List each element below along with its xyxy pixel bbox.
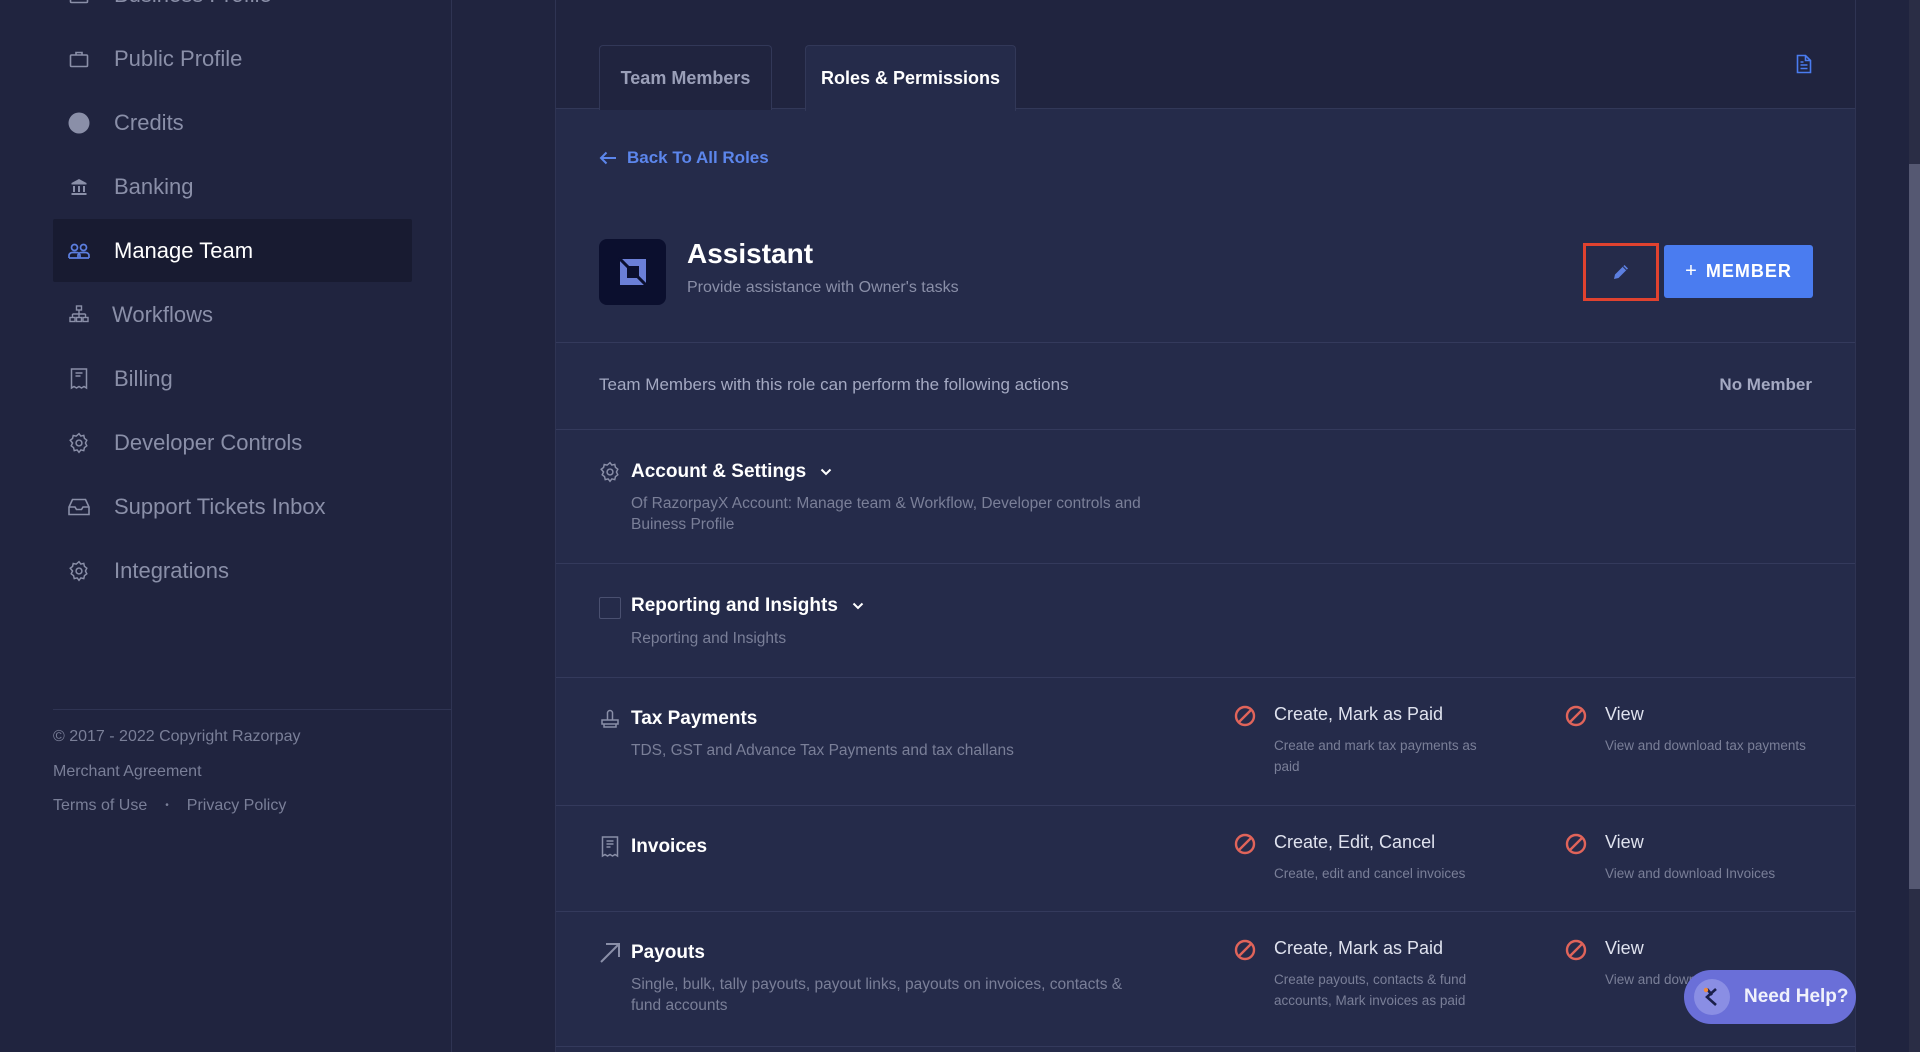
- document-icon[interactable]: [1796, 54, 1812, 74]
- main-panel: Team Members Roles & Permissions Back To…: [555, 0, 1856, 1052]
- member-count[interactable]: No Member: [1719, 375, 1812, 395]
- section-title: Tax Payments: [631, 708, 758, 729]
- tab-bar: Team Members Roles & Permissions: [556, 0, 1855, 111]
- sidebar: Business Profile Public Profile Credits …: [0, 0, 452, 1052]
- permission-label: View: [1605, 704, 1644, 724]
- divider: [556, 805, 1855, 806]
- permission-label: View: [1605, 938, 1644, 958]
- sidebar-item-label: Public Profile: [114, 45, 243, 71]
- circle-icon: [68, 112, 90, 134]
- permission-description: Create payouts, contacts & fund accounts…: [1274, 972, 1467, 1008]
- gear-icon: [68, 560, 90, 582]
- divider: [556, 342, 1855, 343]
- denied-icon: [1564, 938, 1588, 962]
- bank-icon: [68, 176, 90, 198]
- section-title: Invoices: [631, 836, 708, 857]
- merchant-agreement-link[interactable]: Merchant Agreement: [53, 762, 202, 782]
- sidebar-item-billing[interactable]: Billing: [53, 347, 412, 410]
- briefcase-icon: [68, 0, 90, 6]
- need-help-label: Need Help?: [1744, 986, 1849, 1007]
- role-title: Assistant: [687, 238, 814, 269]
- permission-label: Create, Edit, Cancel: [1274, 832, 1436, 852]
- privacy-policy-link[interactable]: Privacy Policy: [187, 796, 287, 816]
- permission-label: Create, Mark as Paid: [1274, 938, 1444, 958]
- sidebar-item-business-profile[interactable]: Business Profile: [53, 0, 412, 26]
- section-title: Reporting and Insights: [631, 595, 838, 616]
- divider: [556, 911, 1855, 912]
- denied-icon: [1233, 704, 1257, 728]
- section-description: Reporting and Insights: [631, 630, 787, 647]
- arrow-up-right-icon: [599, 942, 621, 964]
- add-member-button[interactable]: + MEMBER: [1664, 245, 1813, 298]
- arrow-left-icon: [599, 151, 616, 165]
- permission-label: Create, Mark as Paid: [1274, 704, 1444, 724]
- denied-icon: [1564, 832, 1588, 856]
- sidebar-item-workflows[interactable]: Workflows: [53, 283, 412, 346]
- permission-description: Create, edit and cancel invoices: [1274, 866, 1466, 881]
- denied-icon: [1233, 832, 1257, 856]
- denied-icon: [1233, 938, 1257, 962]
- denied-icon: [1564, 704, 1588, 728]
- add-member-label: MEMBER: [1705, 261, 1792, 281]
- plus-icon: +: [1685, 260, 1698, 282]
- sidebar-item-label: Integrations: [114, 557, 229, 583]
- copyright-text: © 2017 - 2022 Copyright Razorpay: [53, 728, 301, 745]
- permission-description: View and download Invoices: [1605, 866, 1776, 881]
- sidebar-item-label: Billing: [114, 365, 173, 391]
- permissions-intro-text: Team Members with this role can perform …: [599, 375, 1069, 394]
- role-subtitle: Provide assistance with Owner's tasks: [687, 279, 959, 296]
- sidebar-item-label: Manage Team: [114, 237, 254, 263]
- permission-description: View and download tax payments: [1605, 738, 1806, 753]
- inbox-icon: [68, 496, 90, 518]
- gear-icon: [68, 432, 90, 454]
- receipt-icon: [68, 367, 90, 390]
- sidebar-item-label: Business Profile: [114, 0, 272, 8]
- tab-team-members[interactable]: Team Members: [599, 45, 772, 110]
- sidebar-item-label: Developer Controls: [114, 429, 303, 455]
- divider: [556, 1046, 1855, 1047]
- gear-icon: [599, 461, 621, 483]
- chevron-down-icon[interactable]: [820, 468, 832, 476]
- section-description: Single, bulk, tally payouts, payout link…: [631, 976, 1123, 1014]
- sidebar-item-label: Support Tickets Inbox: [114, 493, 326, 519]
- section-checkbox[interactable]: [599, 597, 621, 619]
- footer-separator: •: [165, 800, 169, 811]
- help-logo-icon: [1694, 979, 1730, 1015]
- sidebar-item-manage-team[interactable]: Manage Team: [53, 219, 412, 282]
- divider: [556, 677, 1855, 678]
- receipt-icon: [599, 836, 621, 858]
- sidebar-item-support-tickets-inbox[interactable]: Support Tickets Inbox: [53, 475, 412, 538]
- section-description: Of RazorpayX Account: Manage team & Work…: [631, 495, 1141, 533]
- briefcase-icon: [68, 48, 90, 70]
- sidebar-item-label: Credits: [114, 109, 184, 135]
- sidebar-item-banking[interactable]: Banking: [53, 155, 412, 218]
- edit-role-button[interactable]: [1583, 243, 1659, 301]
- sidebar-item-developer-controls[interactable]: Developer Controls: [53, 411, 412, 474]
- stamp-icon: [599, 708, 621, 730]
- sidebar-item-integrations[interactable]: Integrations: [53, 539, 412, 602]
- chevron-down-icon[interactable]: [852, 602, 864, 610]
- section-title: Account & Settings: [631, 461, 807, 482]
- divider: [556, 429, 1855, 430]
- back-link-label: Back To All Roles: [627, 148, 769, 167]
- need-help-button[interactable]: Need Help?: [1684, 970, 1856, 1024]
- sidebar-item-label: Banking: [114, 173, 194, 199]
- permission-label: View: [1605, 832, 1644, 852]
- terms-of-use-link[interactable]: Terms of Use: [53, 796, 147, 816]
- sidebar-item-public-profile[interactable]: Public Profile: [53, 27, 412, 90]
- role-icon: [599, 239, 666, 305]
- pencil-icon: [1614, 265, 1628, 279]
- scrollbar-thumb[interactable]: [1909, 164, 1920, 889]
- section-title: Payouts: [631, 942, 705, 963]
- hierarchy-icon: [68, 304, 90, 326]
- sidebar-item-label: Workflows: [112, 301, 214, 327]
- team-icon: [68, 240, 90, 262]
- back-to-all-roles-link[interactable]: Back To All Roles: [599, 148, 769, 168]
- sidebar-footer: © 2017 - 2022 Copyright Razorpay Merchan…: [53, 709, 452, 831]
- tab-roles-permissions[interactable]: Roles & Permissions: [805, 45, 1016, 111]
- section-description: TDS, GST and Advance Tax Payments and ta…: [631, 742, 1014, 759]
- permission-description: Create and mark tax payments as paid: [1274, 738, 1477, 774]
- sidebar-item-credits[interactable]: Credits: [53, 91, 412, 154]
- divider: [556, 563, 1855, 564]
